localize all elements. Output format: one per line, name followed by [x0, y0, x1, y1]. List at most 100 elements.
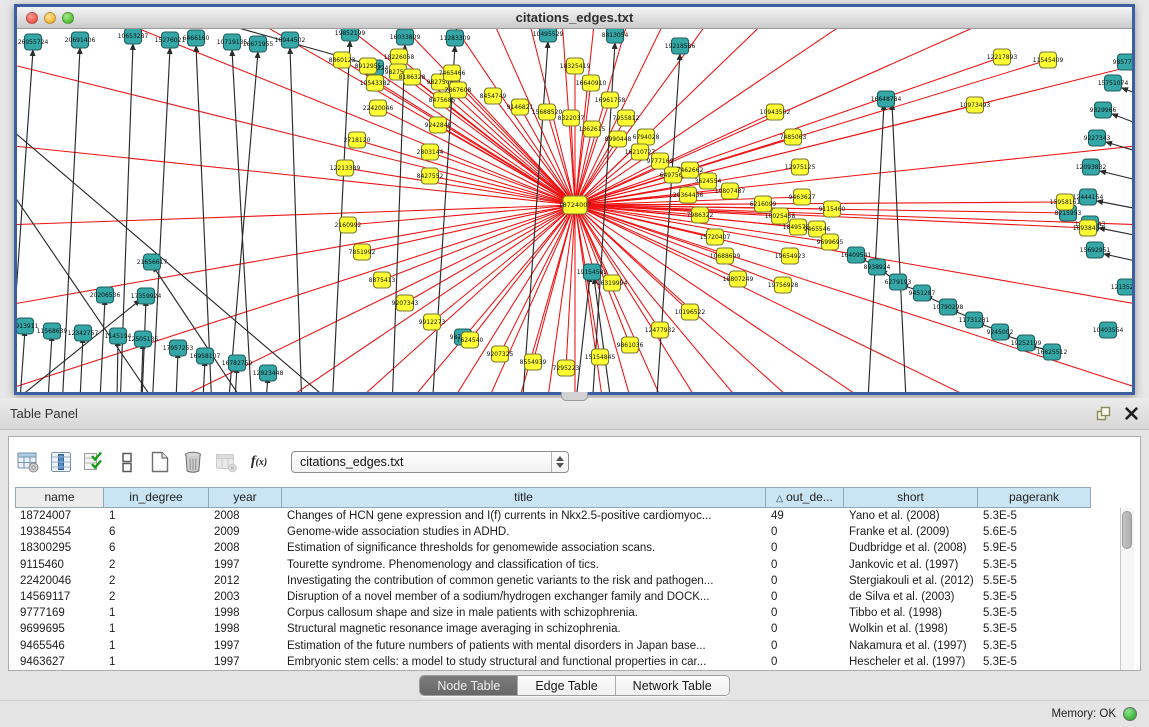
cell[interactable]: 49 — [766, 510, 844, 522]
show-hide-columns-button[interactable] — [48, 449, 74, 475]
cell[interactable]: Changes of HCN gene expression and I(f) … — [282, 510, 766, 522]
cell[interactable]: 2 — [104, 575, 209, 587]
cell[interactable]: 2012 — [209, 575, 282, 587]
column-header-out_de[interactable]: △out_de... — [766, 487, 844, 508]
cell[interactable]: 0 — [766, 623, 844, 635]
cell[interactable]: 0 — [766, 526, 844, 538]
clear-selection-button[interactable] — [114, 449, 140, 475]
cell[interactable]: 1997 — [209, 640, 282, 652]
cell[interactable]: 2 — [104, 559, 209, 571]
cell[interactable]: 5.3E-5 — [978, 591, 1091, 603]
cell[interactable]: Structural magnetic resonance image aver… — [282, 623, 766, 635]
cell[interactable]: 1997 — [209, 656, 282, 668]
cell[interactable]: 1 — [104, 510, 209, 522]
splitter-handle[interactable] — [561, 392, 588, 401]
cell[interactable]: Disruption of a novel member of a sodium… — [282, 591, 766, 603]
tab-node-table[interactable]: Node Table — [420, 676, 517, 695]
cell[interactable]: 18724007 — [15, 510, 104, 522]
cell[interactable]: Tourette syndrome. Phenomenology and cla… — [282, 559, 766, 571]
cell[interactable]: Dudbridge et al. (2008) — [844, 542, 978, 554]
cell[interactable]: 5.3E-5 — [978, 510, 1091, 522]
tab-edge-table[interactable]: Edge Table — [517, 676, 614, 695]
cell[interactable]: 5.3E-5 — [978, 623, 1091, 635]
cell[interactable]: Nakamura et al. (1997) — [844, 640, 978, 652]
cell[interactable]: 2 — [104, 591, 209, 603]
cell[interactable]: de Silva et al. (2003) — [844, 591, 978, 603]
cell[interactable]: 9465546 — [15, 640, 104, 652]
table-row[interactable]: 911546021997Tourette syndrome. Phenomeno… — [15, 557, 1134, 573]
cell[interactable]: 0 — [766, 559, 844, 571]
column-header-pagerank[interactable]: pagerank — [978, 487, 1091, 508]
cell[interactable]: Franke et al. (2009) — [844, 526, 978, 538]
cell[interactable]: Jankovic et al. (1997) — [844, 559, 978, 571]
cell[interactable]: 1997 — [209, 559, 282, 571]
cell[interactable]: 0 — [766, 607, 844, 619]
cell[interactable]: Hescheler et al. (1997) — [844, 656, 978, 668]
cell[interactable]: 2008 — [209, 542, 282, 554]
cell[interactable]: 1 — [104, 607, 209, 619]
cell[interactable]: 1998 — [209, 623, 282, 635]
cell[interactable]: 5.5E-5 — [978, 575, 1091, 587]
network-canvas[interactable]: 2605572420691406106532871527602164661601… — [17, 29, 1132, 392]
minimize-button[interactable] — [44, 12, 56, 24]
cell[interactable]: 2008 — [209, 510, 282, 522]
column-header-short[interactable]: short — [844, 487, 978, 508]
cell[interactable]: 6 — [104, 542, 209, 554]
cell[interactable]: 5.9E-5 — [978, 542, 1091, 554]
column-header-in_degree[interactable]: in_degree — [104, 487, 209, 508]
cell[interactable]: 9115460 — [15, 559, 104, 571]
cell[interactable]: 2009 — [209, 526, 282, 538]
cell[interactable]: Estimation of the future numbers of pati… — [282, 640, 766, 652]
cell[interactable]: 19384554 — [15, 526, 104, 538]
table-row[interactable]: 969969511998Structural magnetic resonanc… — [15, 621, 1134, 637]
cell[interactable]: Tibbo et al. (1998) — [844, 607, 978, 619]
new-table-button[interactable] — [147, 449, 173, 475]
cell[interactable]: 22420046 — [15, 575, 104, 587]
table-vertical-scrollbar[interactable] — [1120, 508, 1134, 670]
cell[interactable]: 0 — [766, 640, 844, 652]
cell[interactable]: 0 — [766, 656, 844, 668]
cell[interactable]: Investigating the contribution of common… — [282, 575, 766, 587]
table-row[interactable]: 977716911998Corpus callosum shape and si… — [15, 605, 1134, 621]
cell[interactable]: 0 — [766, 542, 844, 554]
cell[interactable]: 1 — [104, 656, 209, 668]
cell[interactable]: 1 — [104, 640, 209, 652]
cell[interactable]: 5.3E-5 — [978, 656, 1091, 668]
cell[interactable]: 5.3E-5 — [978, 559, 1091, 571]
table-select-dropdown[interactable]: citations_edges.txt — [291, 451, 569, 473]
table-row[interactable]: 1872400712008Changes of HCN gene express… — [15, 508, 1134, 524]
cell[interactable]: Yano et al. (2008) — [844, 510, 978, 522]
table-row[interactable]: 946362711997Embryonic stem cells: a mode… — [15, 654, 1134, 670]
table-row[interactable]: 946554611997Estimation of the future num… — [15, 638, 1134, 654]
cell[interactable]: 2003 — [209, 591, 282, 603]
column-header-year[interactable]: year — [209, 487, 282, 508]
memory-ok-indicator-icon[interactable] — [1123, 707, 1137, 721]
tab-network-table[interactable]: Network Table — [615, 676, 729, 695]
function-builder-button[interactable]: f(x) — [246, 449, 272, 475]
cell[interactable]: Corpus callosum shape and size in male p… — [282, 607, 766, 619]
cell[interactable]: Stergiakouli et al. (2012) — [844, 575, 978, 587]
table-row[interactable]: 2242004622012Investigating the contribut… — [15, 573, 1134, 589]
cell[interactable]: 1998 — [209, 607, 282, 619]
import-table-button[interactable] — [213, 449, 239, 475]
cell[interactable]: 9463627 — [15, 656, 104, 668]
column-header-name[interactable]: name — [15, 487, 104, 508]
cell[interactable]: 1 — [104, 623, 209, 635]
citation-network-graph[interactable]: 2605572420691406106532871527602164661601… — [17, 29, 1132, 392]
cell[interactable]: 6 — [104, 526, 209, 538]
cell[interactable]: 5.3E-5 — [978, 607, 1091, 619]
close-button[interactable] — [26, 12, 38, 24]
cell[interactable]: 5.3E-5 — [978, 640, 1091, 652]
zoom-button[interactable] — [62, 12, 74, 24]
cell[interactable]: Genome-wide association studies in ADHD. — [282, 526, 766, 538]
delete-table-button[interactable] — [180, 449, 206, 475]
cell[interactable]: 0 — [766, 591, 844, 603]
cell[interactable]: 0 — [766, 575, 844, 587]
column-header-title[interactable]: title — [282, 487, 766, 508]
cell[interactable]: Embryonic stem cells: a model to study s… — [282, 656, 766, 668]
close-panel-icon[interactable] — [1123, 406, 1139, 422]
table-row[interactable]: 1938455462009Genome-wide association stu… — [15, 524, 1134, 540]
select-all-button[interactable] — [81, 449, 107, 475]
table-row[interactable]: 1830029562008Estimation of significance … — [15, 540, 1134, 556]
cell[interactable]: 14569117 — [15, 591, 104, 603]
